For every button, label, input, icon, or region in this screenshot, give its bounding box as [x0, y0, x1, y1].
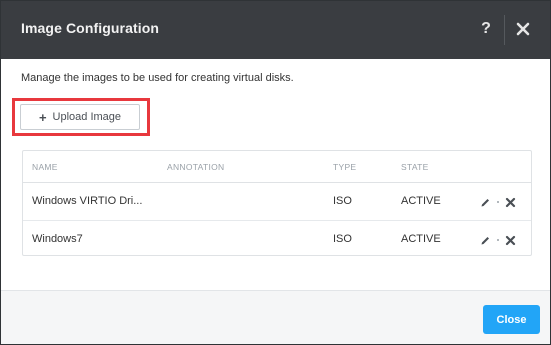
dialog-header: Image Configuration ?: [1, 1, 550, 59]
images-table: NAME ANNOTATION TYPE STATE Windows VIRTI…: [22, 150, 532, 256]
row-type: ISO: [333, 233, 352, 245]
dialog-title: Image Configuration: [21, 20, 160, 36]
row-type: ISO: [333, 195, 352, 207]
help-icon[interactable]: ?: [478, 18, 494, 40]
row-state: ACTIVE: [401, 233, 441, 245]
column-header-state: STATE: [401, 162, 429, 172]
close-button[interactable]: Close: [483, 305, 540, 334]
upload-image-button[interactable]: + Upload Image: [20, 104, 140, 130]
column-header-name: NAME: [32, 162, 58, 172]
edit-pencil-icon[interactable]: [480, 197, 491, 208]
separator-dot: [497, 201, 499, 203]
table-row: Windows VIRTIO Dri... ISO ACTIVE: [23, 183, 531, 220]
row-actions: [480, 233, 520, 247]
delete-x-icon[interactable]: [505, 197, 516, 208]
row-name: Windows7: [32, 233, 83, 245]
row-actions: [480, 195, 520, 209]
image-configuration-dialog: Image Configuration ? Manage the images …: [0, 0, 551, 345]
row-name: Windows VIRTIO Dri...: [32, 195, 143, 207]
close-icon[interactable]: [516, 22, 530, 36]
edit-pencil-icon[interactable]: [480, 235, 491, 246]
plus-icon: +: [38, 109, 47, 125]
row-state: ACTIVE: [401, 195, 441, 207]
dialog-description: Manage the images to be used for creatin…: [21, 72, 294, 84]
header-divider: [504, 15, 505, 45]
column-header-type: TYPE: [333, 162, 357, 172]
upload-image-label: Upload Image: [52, 111, 122, 123]
separator-dot: [497, 239, 499, 241]
table-header: NAME ANNOTATION TYPE STATE: [23, 151, 531, 183]
table-row: Windows7 ISO ACTIVE: [23, 220, 531, 255]
dialog-footer: [1, 291, 550, 344]
delete-x-icon[interactable]: [505, 235, 516, 246]
column-header-annotation: ANNOTATION: [167, 162, 225, 172]
